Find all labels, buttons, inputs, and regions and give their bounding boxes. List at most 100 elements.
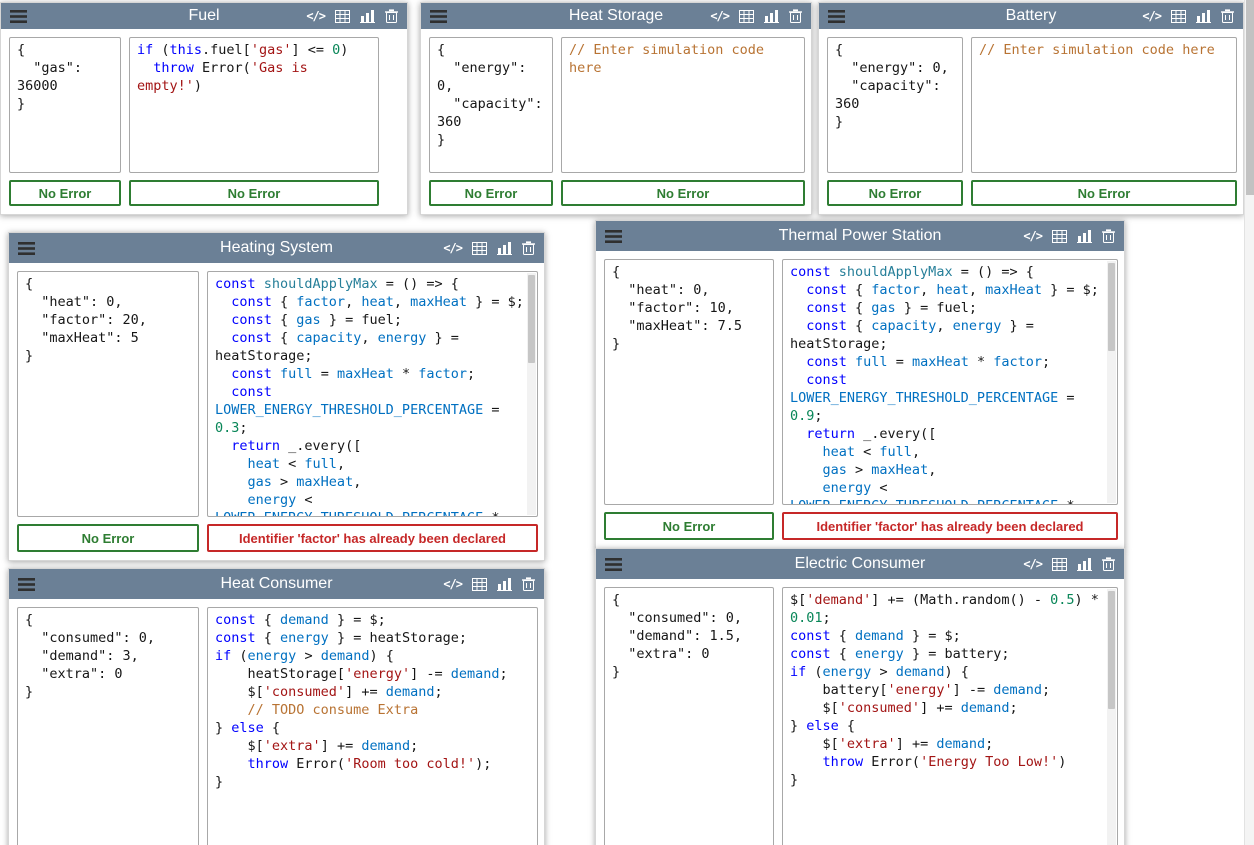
chart-view-icon[interactable] <box>1077 558 1092 571</box>
chart-view-icon[interactable] <box>1077 230 1092 243</box>
code-view-icon[interactable]: </> <box>1142 10 1161 22</box>
chart-view-icon[interactable] <box>497 242 512 255</box>
state-editor[interactable]: { "heat": 0, "factor": 10, "maxHeat": 7.… <box>604 259 774 505</box>
table-view-icon[interactable] <box>1052 558 1067 571</box>
menu-icon[interactable] <box>605 558 622 571</box>
table-view-icon[interactable] <box>472 242 487 255</box>
panel-title: Heat Consumer <box>220 575 332 593</box>
menu-icon[interactable] <box>10 10 27 23</box>
menu-icon[interactable] <box>430 10 447 23</box>
state-status-badge: No Error <box>9 180 121 206</box>
panel-body: { "heat": 0, "factor": 20, "maxHeat": 5 … <box>9 263 544 560</box>
state-editor[interactable]: { "gas": 36000 } <box>9 37 121 173</box>
code-content: // Enter simulation code here <box>972 38 1236 62</box>
header-actions: </> <box>443 577 535 591</box>
code-content: const shouldApplyMax = () => { const { f… <box>783 260 1117 505</box>
code-editor[interactable]: // Enter simulation code here <box>561 37 805 173</box>
state-editor[interactable]: { "consumed": 0, "demand": 1.5, "extra":… <box>604 587 774 845</box>
panel-heat-storage: Heat Storage </> { "energy": 0, "capacit… <box>420 2 812 215</box>
panel-title: Thermal Power Station <box>779 227 942 245</box>
code-status-badge: No Error <box>129 180 379 206</box>
code-view-icon[interactable]: </> <box>443 242 462 254</box>
code-editor[interactable]: const shouldApplyMax = () => { const { f… <box>782 259 1118 505</box>
panel-body: { "energy": 0, "capacity": 360 } // Ente… <box>819 29 1243 214</box>
code-status-badge: Identifier 'factor' has already been dec… <box>782 512 1118 540</box>
table-view-icon[interactable] <box>472 578 487 591</box>
delete-icon[interactable] <box>385 9 398 23</box>
panel-body: { "energy": 0, "capacity": 360 } // Ente… <box>421 29 811 214</box>
panel-body: { "consumed": 0, "demand": 1.5, "extra":… <box>596 579 1124 845</box>
state-status-badge: No Error <box>827 180 963 206</box>
state-status-badge: No Error <box>429 180 553 206</box>
code-editor[interactable]: const { demand } = $; const { energy } =… <box>207 607 538 845</box>
state-status-badge: No Error <box>17 524 199 552</box>
code-status-badge: No Error <box>971 180 1237 206</box>
code-view-icon[interactable]: </> <box>1023 230 1042 242</box>
panel-header: Heat Consumer </> <box>9 569 544 599</box>
panel-battery: Battery </> { "energy": 0, "capacity": 3… <box>818 2 1244 215</box>
header-actions: </> <box>1142 9 1234 23</box>
panel-header: Electric Consumer </> <box>596 549 1124 579</box>
header-actions: </> <box>306 9 398 23</box>
code-view-icon[interactable]: </> <box>306 10 325 22</box>
table-view-icon[interactable] <box>1052 230 1067 243</box>
chart-view-icon[interactable] <box>360 10 375 23</box>
chart-view-icon[interactable] <box>497 578 512 591</box>
state-editor[interactable]: { "energy": 0, "capacity": 360 } <box>827 37 963 173</box>
menu-icon[interactable] <box>605 230 622 243</box>
delete-icon[interactable] <box>1102 229 1115 243</box>
delete-icon[interactable] <box>1221 9 1234 23</box>
code-content: // Enter simulation code here <box>562 38 804 80</box>
panel-title: Fuel <box>188 7 219 25</box>
menu-icon[interactable] <box>18 242 35 255</box>
code-content: if (this.fuel['gas'] <= 0) throw Error('… <box>130 38 378 98</box>
code-scrollbar[interactable] <box>1107 261 1116 503</box>
code-scrollbar[interactable] <box>527 273 536 515</box>
table-view-icon[interactable] <box>1171 10 1186 23</box>
code-view-icon[interactable]: </> <box>710 10 729 22</box>
code-editor[interactable]: const shouldApplyMax = () => { const { f… <box>207 271 538 517</box>
delete-icon[interactable] <box>522 241 535 255</box>
code-editor[interactable]: if (this.fuel['gas'] <= 0) throw Error('… <box>129 37 379 173</box>
panel-body: { "consumed": 0, "demand": 3, "extra": 0… <box>9 599 544 845</box>
panel-header: Fuel </> <box>1 3 407 29</box>
code-scrollbar[interactable] <box>1107 589 1116 845</box>
state-editor[interactable]: { "energy": 0, "capacity": 360 } <box>429 37 553 173</box>
header-actions: </> <box>443 241 535 255</box>
panel-title: Heat Storage <box>569 7 663 25</box>
chart-view-icon[interactable] <box>1196 10 1211 23</box>
state-editor[interactable]: { "heat": 0, "factor": 20, "maxHeat": 5 … <box>17 271 199 517</box>
header-actions: </> <box>710 9 802 23</box>
state-status-badge: No Error <box>604 512 774 540</box>
menu-icon[interactable] <box>828 10 845 23</box>
panel-header: Heat Storage </> <box>421 3 811 29</box>
panel-header: Heating System </> <box>9 233 544 263</box>
delete-icon[interactable] <box>1102 557 1115 571</box>
scrollbar-thumb[interactable] <box>528 275 535 363</box>
table-view-icon[interactable] <box>739 10 754 23</box>
code-editor[interactable]: // Enter simulation code here <box>971 37 1237 173</box>
panel-header: Battery </> <box>819 3 1243 29</box>
scrollbar-thumb[interactable] <box>1108 591 1115 709</box>
code-editor[interactable]: $['demand'] += (Math.random() - 0.5) * 0… <box>782 587 1118 845</box>
state-editor[interactable]: { "consumed": 0, "demand": 3, "extra": 0… <box>17 607 199 845</box>
panel-title: Electric Consumer <box>795 555 926 573</box>
code-view-icon[interactable]: </> <box>1023 558 1042 570</box>
panel-title: Heating System <box>220 239 333 257</box>
menu-icon[interactable] <box>18 578 35 591</box>
scrollbar-thumb[interactable] <box>1108 263 1115 351</box>
page-scrollbar-thumb[interactable] <box>1246 0 1254 195</box>
panel-electric-consumer: Electric Consumer </> { "consumed": 0, "… <box>595 548 1125 845</box>
delete-icon[interactable] <box>522 577 535 591</box>
panel-heating-system: Heating System </> { "heat": 0, "factor"… <box>8 232 545 561</box>
panel-fuel: Fuel </> { "gas": 36000 } if (this.fuel[… <box>0 2 408 215</box>
panel-thermal-power-station: Thermal Power Station </> { "heat": 0, "… <box>595 220 1125 549</box>
page-scrollbar[interactable] <box>1244 0 1254 845</box>
code-content: const shouldApplyMax = () => { const { f… <box>208 272 537 517</box>
code-view-icon[interactable]: </> <box>443 578 462 590</box>
chart-view-icon[interactable] <box>764 10 779 23</box>
table-view-icon[interactable] <box>335 10 350 23</box>
delete-icon[interactable] <box>789 9 802 23</box>
code-content: const { demand } = $; const { energy } =… <box>208 608 537 794</box>
code-status-badge: No Error <box>561 180 805 206</box>
